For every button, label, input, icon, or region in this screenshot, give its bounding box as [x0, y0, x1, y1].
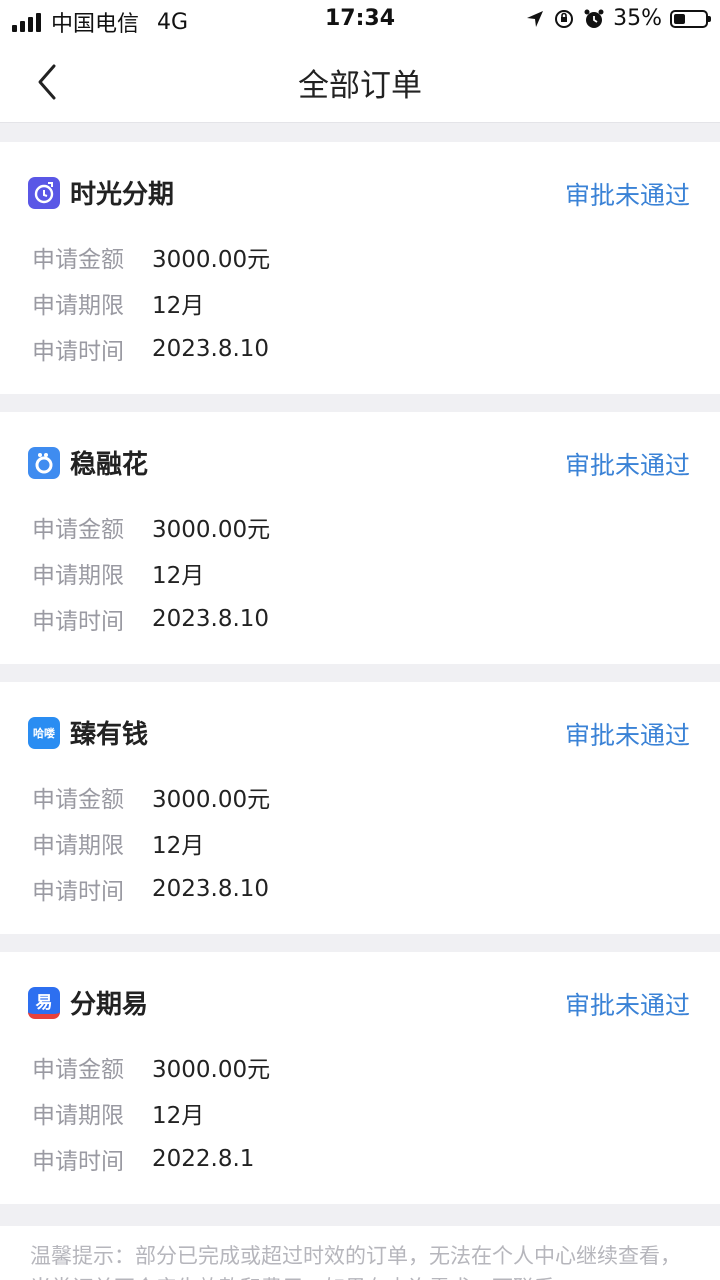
- page-title: 全部订单: [298, 68, 422, 104]
- status-right: 35%: [525, 6, 711, 31]
- order-card[interactable]: 易 分期易 审批未通过 申请金额 3000.00元 申请期限 12月 申请时间 …: [0, 952, 720, 1204]
- approval-status[interactable]: 审批未通过: [565, 176, 690, 212]
- time-row: 申请时间 2023.8.10: [32, 602, 269, 636]
- app-name: 分期易: [70, 990, 149, 1020]
- amount-row: 申请金额 3000.00元: [32, 510, 270, 544]
- time-row: 申请时间 2022.8.1: [32, 1142, 254, 1176]
- term-label: 申请期限: [32, 293, 124, 319]
- amount-row: 申请金额 3000.00元: [32, 1050, 270, 1084]
- term-row: 申请期限 12月: [32, 826, 204, 860]
- time-row: 申请时间 2023.8.10: [32, 872, 269, 906]
- term-row: 申请期限 12月: [32, 556, 204, 590]
- term-label: 申请期限: [32, 563, 124, 589]
- time-row: 申请时间 2023.8.10: [32, 332, 269, 366]
- rotation-lock-icon: [555, 9, 574, 28]
- term-row: 申请期限 12月: [32, 286, 204, 320]
- order-card[interactable]: 稳融花 审批未通过 申请金额 3000.00元 申请期限 12月 申请时间 20…: [0, 412, 720, 664]
- status-bar: 中国电信 4G 17:34 35%: [0, 0, 720, 40]
- app-logo-icon: 哈喽: [28, 716, 60, 749]
- amount-label: 申请金额: [32, 517, 124, 543]
- order-header: 易 分期易: [28, 984, 148, 1021]
- tip-panel: 温馨提示：部分已完成或超过时效的订单，无法在个人中心继续查看，当常订单不会产生放…: [0, 1226, 720, 1280]
- order-header: 哈喽 臻有钱: [28, 714, 148, 751]
- battery-icon: [670, 9, 711, 28]
- amount-label: 申请金额: [32, 247, 124, 273]
- app-logo-icon: [28, 446, 60, 479]
- term-value: 12月: [152, 1103, 205, 1129]
- app-name: 时光分期: [70, 180, 175, 210]
- term-value: 12月: [152, 293, 205, 319]
- approval-status[interactable]: 审批未通过: [565, 716, 690, 752]
- app-logo-text: 易: [35, 992, 53, 1013]
- amount-row: 申请金额 3000.00元: [32, 780, 270, 814]
- time-label: 申请时间: [32, 879, 124, 905]
- term-label: 申请期限: [32, 833, 124, 859]
- order-card[interactable]: 时光分期 审批未通过 申请金额 3000.00元 申请期限 12月 申请时间 2…: [0, 142, 720, 394]
- time-label: 申请时间: [32, 609, 124, 635]
- battery-percent: 35%: [613, 6, 662, 31]
- amount-value: 3000.00元: [152, 1057, 271, 1083]
- order-header: 时光分期: [28, 174, 174, 211]
- order-header: 稳融花: [28, 444, 148, 481]
- time-value: 2023.8.10: [152, 876, 270, 902]
- amount-value: 3000.00元: [152, 247, 271, 273]
- time-label: 申请时间: [32, 339, 124, 365]
- app-logo-text: 哈喽: [33, 726, 55, 740]
- app-name: 稳融花: [70, 450, 149, 480]
- order-card[interactable]: 哈喽 臻有钱 审批未通过 申请金额 3000.00元 申请期限 12月 申请时间…: [0, 682, 720, 934]
- time-value: 2022.8.1: [152, 1146, 255, 1172]
- amount-label: 申请金额: [32, 787, 124, 813]
- nav-bar: 全部订单: [0, 40, 720, 123]
- amount-value: 3000.00元: [152, 787, 271, 813]
- term-label: 申请期限: [32, 1103, 124, 1129]
- amount-value: 3000.00元: [152, 517, 271, 543]
- app-logo-icon: 易: [28, 986, 60, 1019]
- term-value: 12月: [152, 833, 205, 859]
- approval-status[interactable]: 审批未通过: [565, 446, 690, 482]
- amount-row: 申请金额 3000.00元: [32, 240, 270, 274]
- time-value: 2023.8.10: [152, 336, 270, 362]
- tip-text: 温馨提示：部分已完成或超过时效的订单，无法在个人中心继续查看，当常订单不会产生放…: [30, 1244, 681, 1280]
- term-value: 12月: [152, 563, 205, 589]
- term-row: 申请期限 12月: [32, 1096, 204, 1130]
- battery-fill: [674, 13, 685, 24]
- alarm-icon: [584, 9, 604, 28]
- app-logo-icon: [28, 176, 60, 209]
- approval-status[interactable]: 审批未通过: [565, 986, 690, 1022]
- app-name: 臻有钱: [70, 720, 149, 750]
- time-value: 2023.8.10: [152, 606, 270, 632]
- location-arrow-icon: [527, 10, 544, 27]
- time-label: 申请时间: [32, 1149, 124, 1175]
- amount-label: 申请金额: [32, 1057, 124, 1083]
